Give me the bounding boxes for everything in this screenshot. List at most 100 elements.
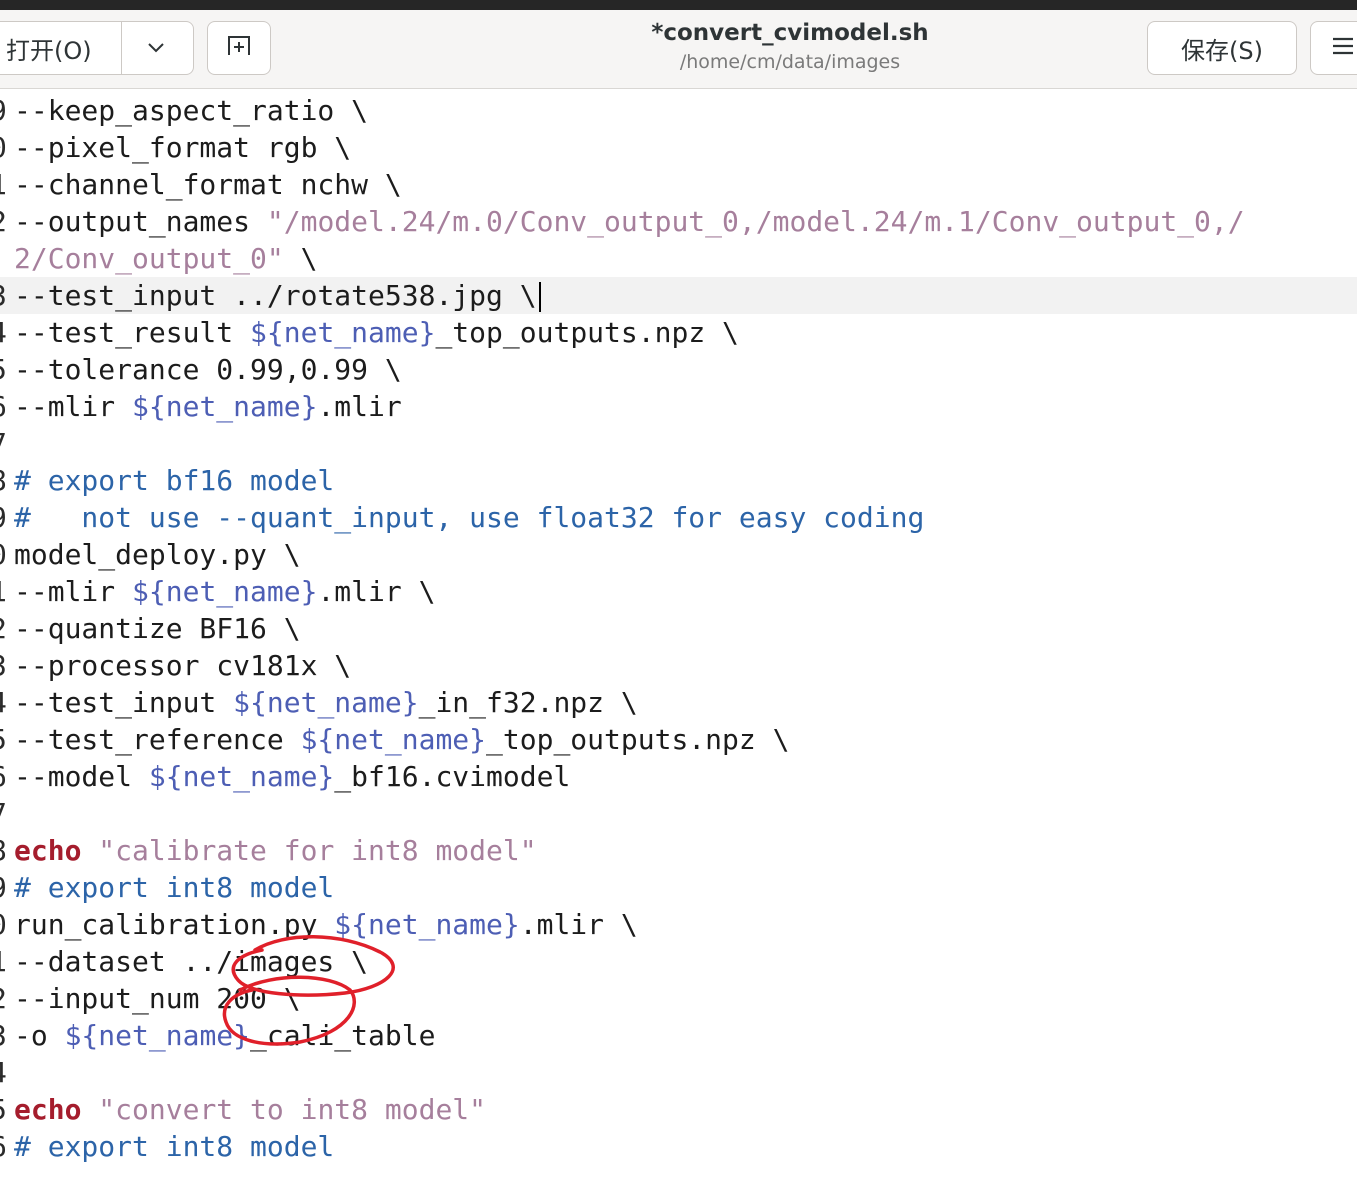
code-line: 4--test_input ${net_name}_in_f32.npz \: [0, 684, 1357, 721]
code-line: 5--test_reference ${net_name}_top_output…: [0, 721, 1357, 758]
open-button[interactable]: 打开(O): [0, 21, 194, 75]
code-line-wrapped: 2/Conv_output_0" \: [0, 240, 1357, 277]
line-number: 5: [0, 351, 6, 388]
variable: ${net_name}: [233, 686, 419, 719]
code-line: 0--pixel_format rgb \: [0, 129, 1357, 166]
line-number: 0: [0, 536, 6, 573]
code-text: _in_f32.npz \: [418, 686, 638, 719]
chevron-down-icon[interactable]: [131, 22, 181, 74]
code-text: \: [283, 242, 318, 275]
save-button[interactable]: 保存(S): [1147, 21, 1297, 75]
code-text: --test_reference: [14, 723, 301, 756]
variable: ${net_name}: [148, 760, 335, 793]
line-number: 7: [0, 795, 6, 832]
code-line: 9# export int8 model: [0, 869, 1357, 906]
new-tab-button[interactable]: [207, 21, 271, 75]
code-line: 9--keep_aspect_ratio \: [0, 92, 1357, 129]
variable: ${net_name}: [132, 575, 318, 608]
code-text: --tolerance 0.99,0.99 \: [14, 353, 402, 386]
variable: ${net_name}: [334, 908, 520, 941]
code-line: 2--output_names "/model.24/m.0/Conv_outp…: [0, 203, 1357, 240]
code-text: --model: [14, 760, 149, 793]
variable: ${net_name}: [250, 316, 436, 349]
code-line: 4--test_result ${net_name}_top_outputs.n…: [0, 314, 1357, 351]
line-number: 9: [0, 92, 6, 129]
code-line: 2--input_num 200 \: [0, 980, 1357, 1017]
code-line: 3--processor cv181x \: [0, 647, 1357, 684]
code-editor[interactable]: 9--keep_aspect_ratio \ 0--pixel_format r…: [0, 92, 1357, 1180]
code-line-current: 3--test_input ../rotate538.jpg \: [0, 277, 1357, 314]
code-text: --quantize BF16 \: [14, 612, 301, 645]
code-line: 5--tolerance 0.99,0.99 \: [0, 351, 1357, 388]
open-button-label: 打开(O): [6, 36, 92, 65]
code-text: --mlir: [14, 575, 133, 608]
code-line: 3-o ${net_name}_cali_table: [0, 1017, 1357, 1054]
code-text: --channel_format nchw \: [14, 168, 402, 201]
keyword: echo: [14, 834, 82, 867]
code-text: ../rotate538.jpg \: [233, 279, 537, 312]
code-text: .mlir \: [519, 908, 638, 941]
line-number: 5: [0, 1091, 6, 1128]
line-number: 3: [0, 1017, 6, 1054]
hamburger-menu-icon: [1331, 34, 1355, 62]
document-title: *convert_cvimodel.sh: [651, 20, 929, 46]
line-number: 6: [0, 758, 6, 795]
code-line: 1--dataset ../images \: [0, 943, 1357, 980]
code-text: -o: [14, 1019, 65, 1052]
line-number: 1: [0, 573, 6, 610]
code-line: 1--mlir ${net_name}.mlir \: [0, 573, 1357, 610]
string-literal: "calibrate for int8 model": [81, 834, 537, 867]
code-text: --test_result: [14, 316, 251, 349]
code-text: --test_input: [14, 279, 234, 312]
comment: # export int8 model: [14, 871, 335, 904]
code-text: --test_input: [14, 686, 234, 719]
main-menu-button[interactable]: [1310, 21, 1357, 75]
comment: # not use --quant_input, use float32 for…: [14, 501, 925, 534]
line-number: 5: [0, 721, 6, 758]
code-text: _top_outputs.npz \: [486, 723, 790, 756]
string-literal: "convert to int8 model": [81, 1093, 487, 1126]
line-number: 7: [0, 425, 6, 462]
line-number: 4: [0, 314, 6, 351]
line-number: 8: [0, 462, 6, 499]
code-text: run_calibration.py: [14, 908, 335, 941]
variable: ${net_name}: [64, 1019, 251, 1052]
code-line-empty: 7: [0, 425, 1357, 462]
code-line: 2--quantize BF16 \: [0, 610, 1357, 647]
code-line: 0model_deploy.py \: [0, 536, 1357, 573]
comment: # export bf16 model: [14, 464, 335, 497]
line-number: 9: [0, 499, 6, 536]
code-line: 8echo "calibrate for int8 model": [0, 832, 1357, 869]
string-literal: 2/Conv_output_0": [14, 242, 284, 275]
window-top-bar: [0, 0, 1357, 10]
code-line-empty: 4: [0, 1054, 1357, 1091]
line-number: 1: [0, 166, 6, 203]
line-number: 6: [0, 1128, 6, 1165]
line-number: 2: [0, 610, 6, 647]
document-path: /home/cm/data/images: [679, 51, 901, 73]
line-number: 4: [0, 684, 6, 721]
code-text: model_deploy.py \: [14, 538, 301, 571]
save-button-label: 保存(S): [1181, 36, 1263, 65]
code-text: --mlir: [14, 390, 133, 423]
text-cursor: [538, 282, 541, 312]
line-number: 2: [0, 980, 6, 1017]
code-line-empty: 7: [0, 795, 1357, 832]
variable: ${net_name}: [132, 390, 318, 423]
line-number: 9: [0, 869, 6, 906]
line-number: 1: [0, 943, 6, 980]
code-line: 9# not use --quant_input, use float32 fo…: [0, 499, 1357, 536]
line-number: 8: [0, 832, 6, 869]
code-text: --input_num 200 \: [14, 982, 301, 1015]
keyword: echo: [14, 1093, 82, 1126]
line-number: 3: [0, 277, 6, 314]
code-text: _bf16.cvimodel: [334, 760, 571, 793]
code-text: .mlir: [317, 390, 402, 423]
variable: ${net_name}: [300, 723, 487, 756]
code-text: .mlir \: [317, 575, 436, 608]
header-bar: 打开(O) *convert_cvimodel.sh /home/cm/data…: [0, 10, 1357, 89]
code-line: 0run_calibration.py ${net_name}.mlir \: [0, 906, 1357, 943]
title-area: *convert_cvimodel.sh /home/cm/data/image…: [540, 18, 1040, 76]
code-text: --keep_aspect_ratio \: [14, 94, 369, 127]
code-line: 6--model ${net_name}_bf16.cvimodel: [0, 758, 1357, 795]
